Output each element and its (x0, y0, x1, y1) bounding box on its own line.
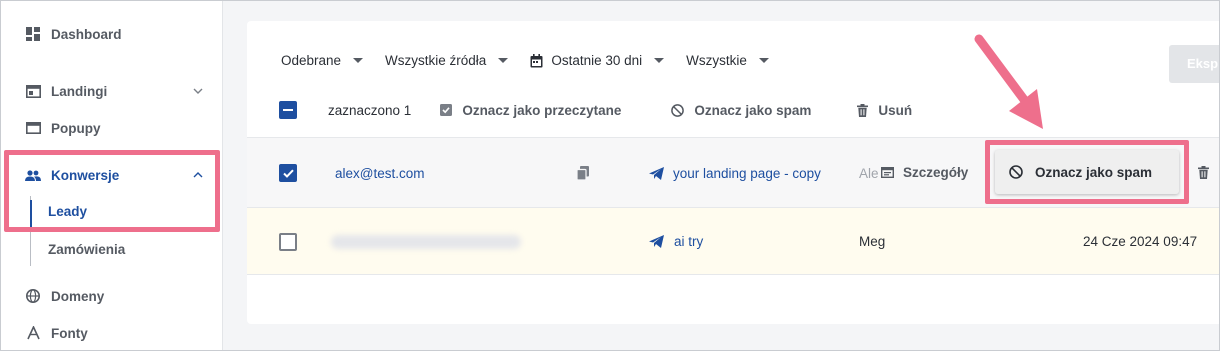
annotation-arrow-icon (974, 34, 1043, 129)
paper-plane-icon (649, 235, 664, 251)
lead-date: 24 Cze 2024 09:47 (1083, 234, 1198, 249)
popup-icon (25, 120, 41, 136)
source-filter-label: Wszystkie źródła (385, 53, 487, 68)
sidebar-subitem-zamowienia[interactable]: Zamówienia (48, 242, 125, 257)
dashboard-icon (25, 26, 41, 42)
block-icon (671, 103, 685, 117)
delete-bulk-label: Usuń (878, 102, 913, 118)
selected-count: zaznaczono 1 (328, 102, 412, 118)
row-checkbox[interactable] (279, 233, 297, 251)
trash-icon[interactable] (1198, 166, 1209, 182)
period-filter-label: Ostatnie 30 dni (551, 53, 643, 68)
lead-email[interactable]: alex@test.com (335, 166, 424, 181)
font-icon (25, 325, 41, 341)
sidebar-item-label: Dashboard (51, 26, 122, 42)
landing-link[interactable]: ai try (674, 234, 703, 249)
blurred-email (331, 235, 521, 249)
sidebar-item-label: Landingi (51, 83, 108, 99)
lead-name: Meg (859, 234, 886, 249)
konwersje-highlight-box (4, 150, 220, 232)
bulk-actions-bar: zaznaczono 1 Oznacz jako przeczytane Ozn… (279, 101, 912, 119)
details-button[interactable]: Szczegóły (879, 165, 969, 180)
type-filter-label: Wszystkie (686, 53, 747, 68)
details-icon (881, 167, 894, 178)
caret-down-icon (654, 58, 665, 63)
sidebar-item-label: Fonty (51, 325, 88, 341)
caret-down-icon (758, 58, 769, 63)
details-label: Szczegóły (903, 165, 969, 180)
sidebar-item-popupy[interactable]: Popupy (25, 120, 101, 136)
mark-read-label: Oznacz jako przeczytane (462, 102, 622, 118)
status-filter-dropdown[interactable]: Odebrane (281, 53, 364, 68)
sidebar-item-dashboard[interactable]: Dashboard (25, 26, 122, 42)
block-icon (1009, 165, 1023, 179)
status-filter-label: Odebrane (281, 53, 342, 68)
caret-down-icon (498, 58, 509, 63)
landing-link[interactable]: your landing page - copy (673, 166, 821, 181)
app-window: Dashboard Landingi Popupy Konwersje Lead… (0, 0, 1220, 351)
select-all-checkbox[interactable] (279, 101, 297, 119)
calendar-icon (530, 53, 543, 68)
sidebar-item-label: Popupy (51, 120, 101, 136)
checkbox-checked-icon (440, 104, 453, 116)
trash-icon (857, 103, 869, 117)
caret-down-icon (353, 58, 364, 63)
mark-spam-bulk-label: Oznacz jako spam (694, 102, 812, 118)
period-filter-dropdown[interactable]: Ostatnie 30 dni (530, 53, 665, 68)
export-button[interactable]: Eksp (1169, 45, 1219, 83)
mark-spam-bulk-button[interactable]: Oznacz jako spam (671, 103, 811, 118)
sidebar-item-label: Domeny (51, 288, 105, 304)
paper-plane-icon (649, 167, 664, 183)
table-row[interactable]: ai try Meg 24 Cze 2024 09:47 (247, 207, 1219, 275)
sidebar-item-domeny[interactable]: Domeny (25, 288, 104, 304)
leads-card: Odebrane Wszystkie źródła Ostatnie 30 dn… (247, 21, 1219, 324)
source-filter-dropdown[interactable]: Wszystkie źródła (385, 53, 509, 68)
mark-spam-button[interactable]: Oznacz jako spam (995, 150, 1179, 194)
row-checkbox[interactable] (279, 164, 297, 182)
sidebar-item-landingi[interactable]: Landingi (25, 83, 203, 99)
chevron-down-icon[interactable] (193, 83, 205, 99)
type-filter-dropdown[interactable]: Wszystkie (686, 53, 769, 68)
landing-icon (25, 83, 41, 99)
mark-read-button[interactable]: Oznacz jako przeczytane (440, 103, 621, 118)
delete-bulk-button[interactable]: Usuń (857, 103, 912, 118)
copy-icon[interactable] (576, 166, 589, 183)
lead-name: Ale (859, 166, 879, 181)
globe-icon (25, 288, 41, 304)
sidebar-item-fonty[interactable]: Fonty (25, 325, 88, 341)
mark-spam-label: Oznacz jako spam (1035, 164, 1153, 180)
filters-bar: Odebrane Wszystkie źródła Ostatnie 30 dn… (281, 53, 791, 68)
